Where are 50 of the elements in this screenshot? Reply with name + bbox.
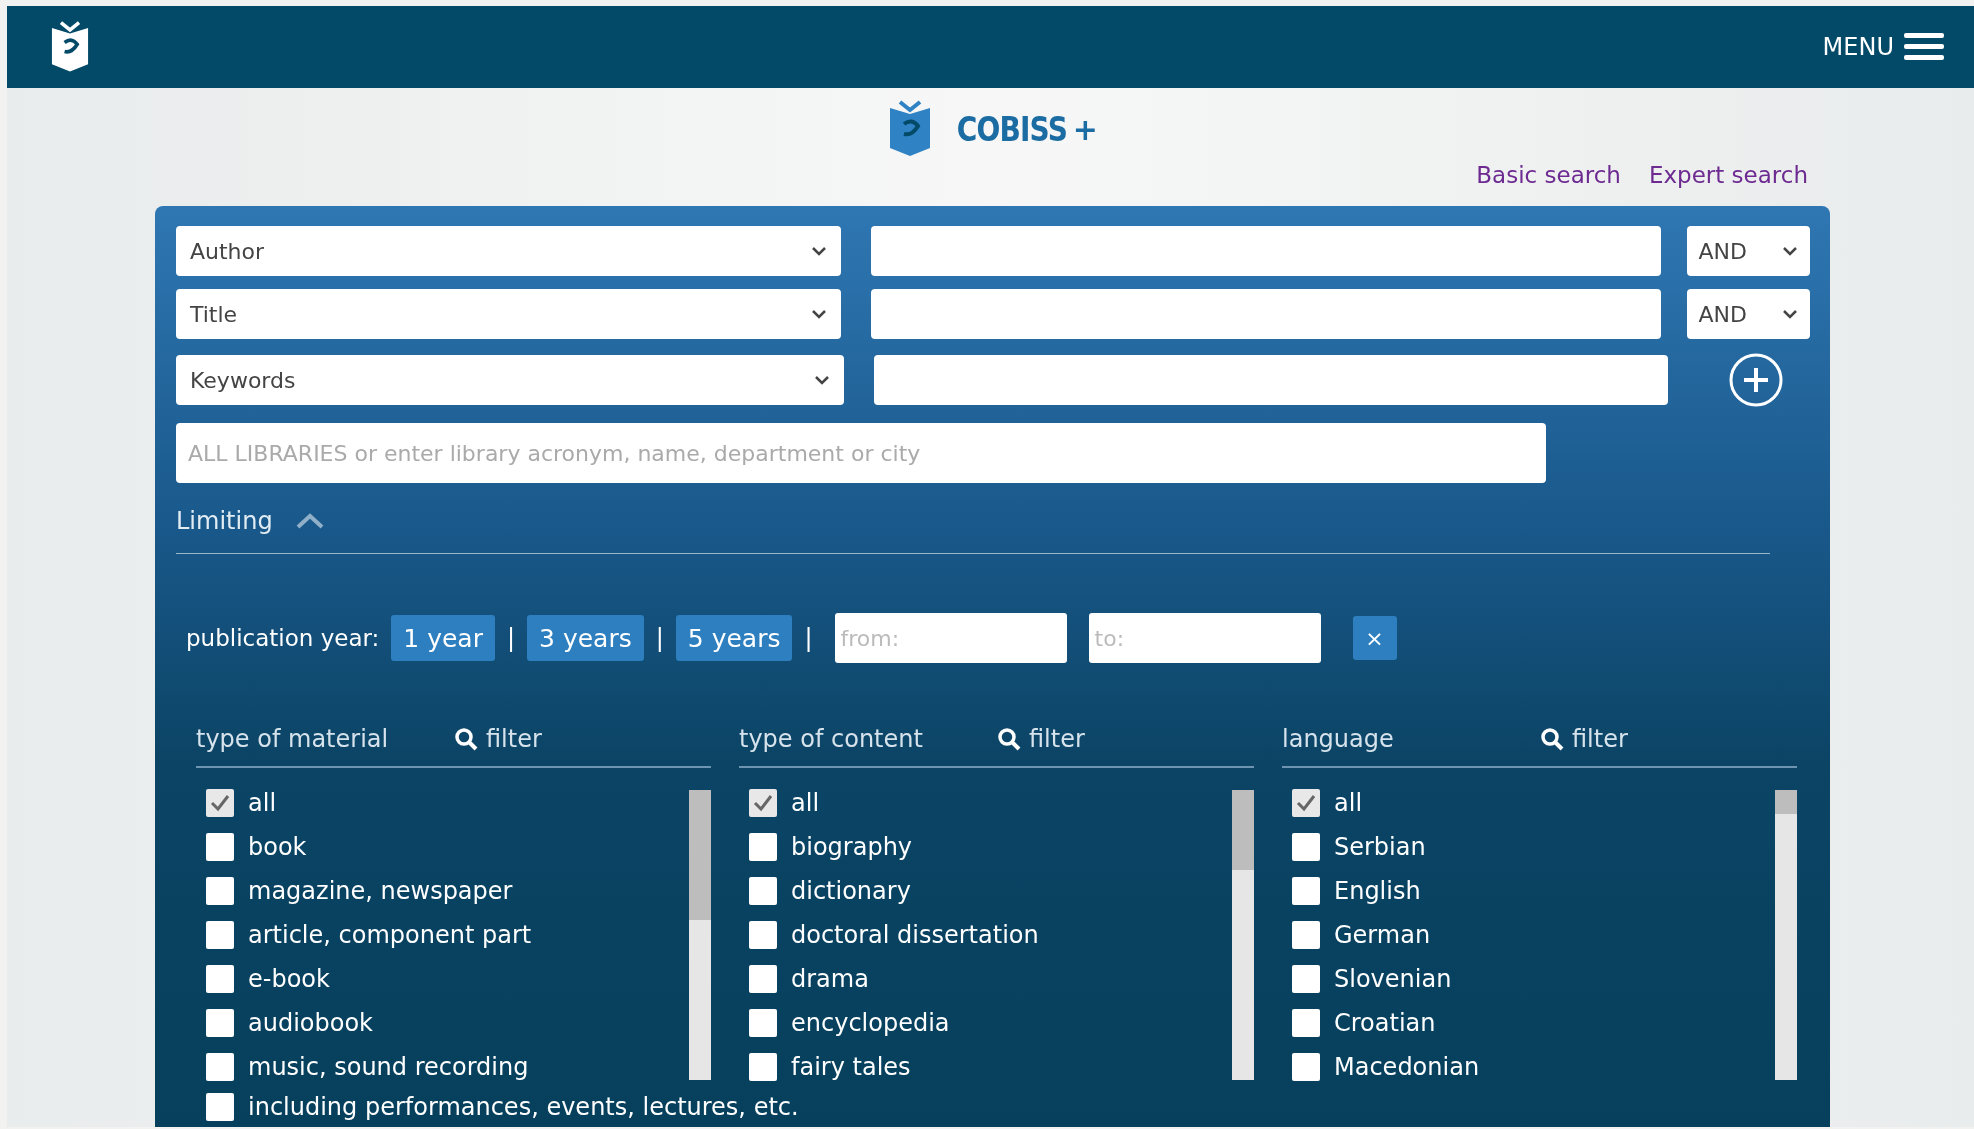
operator-select[interactable]: AND	[1686, 226, 1810, 276]
option-label: encyclopedia	[791, 1008, 950, 1038]
separator: |	[804, 624, 813, 652]
brand-plus: +	[1072, 111, 1098, 147]
field-select[interactable]: Keywords	[176, 355, 844, 405]
filter-button[interactable]: filter	[997, 725, 1085, 753]
year-range-button[interactable]: 5 years	[675, 615, 793, 661]
year-range-button[interactable]: 1 year	[391, 615, 495, 661]
option-label: book	[248, 832, 307, 862]
option-label: audiobook	[248, 1008, 373, 1038]
publication-year-label: publication year:	[186, 625, 380, 651]
option-label: English	[1334, 876, 1421, 906]
option-label: all	[1334, 788, 1363, 818]
option-label: magazine, newspaper	[248, 876, 513, 906]
separator: |	[655, 624, 664, 652]
year-range-button[interactable]: 3 years	[527, 615, 644, 661]
field-select[interactable]: Author	[176, 226, 841, 276]
option-label: biography	[791, 832, 913, 862]
option-label: dictionary	[791, 876, 911, 906]
option-label: fairy tales	[791, 1052, 911, 1082]
brand-name: COBISS	[956, 109, 1068, 149]
facet-title: type of material	[196, 725, 390, 753]
option-label: Macedonian	[1334, 1052, 1480, 1082]
clear-button[interactable]: ×	[1352, 616, 1397, 660]
option-label: Slovenian	[1334, 964, 1452, 994]
option-label: doctoral dissertation	[791, 920, 1039, 950]
search-mode-link[interactable]: Expert search	[1648, 162, 1808, 188]
option-label: e-book	[248, 964, 330, 994]
option-label: music, sound recording	[248, 1052, 529, 1082]
option-label: drama	[791, 964, 869, 994]
option-label: Serbian	[1334, 832, 1426, 862]
facet-title: language	[1282, 725, 1395, 753]
option-label: Croatian	[1334, 1008, 1436, 1038]
separator: |	[506, 624, 516, 652]
from-year-field[interactable]: from:	[834, 613, 1067, 663]
library-field[interactable]: ALL LIBRARIES or enter library acronym, name, department or city	[176, 423, 1546, 483]
facet-title: type of content	[739, 725, 924, 753]
operator-select[interactable]: AND	[1686, 289, 1810, 339]
to-year-field[interactable]: to:	[1088, 613, 1321, 663]
search-mode-link[interactable]: Basic search	[1476, 162, 1621, 188]
menu-button[interactable]: MENU	[1822, 31, 1944, 63]
limiting-toggle[interactable]: Limiting	[176, 507, 273, 535]
option-label: article, component part	[248, 920, 532, 950]
option-label: including performances, events, lectures, etc.	[248, 1092, 799, 1122]
option-label: German	[1334, 920, 1431, 950]
option-label: all	[791, 788, 820, 818]
filter-button[interactable]: filter	[454, 725, 542, 753]
option-label: all	[248, 788, 277, 818]
field-select[interactable]: Title	[176, 289, 841, 339]
filter-button[interactable]: filter	[1540, 725, 1628, 753]
